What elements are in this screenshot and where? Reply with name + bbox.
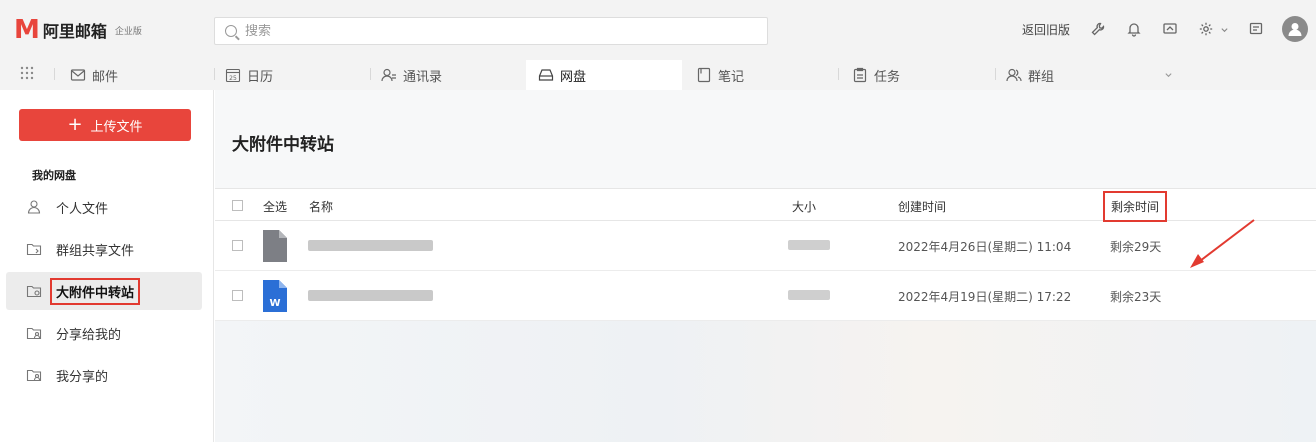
folder-my-shares-icon <box>26 369 42 382</box>
sidebar-item-my-shares[interactable]: 我分享的 <box>6 356 202 394</box>
top-bar: M 阿里邮箱 企业版 返回旧版 <box>0 0 1316 58</box>
back-to-old-version-link[interactable]: 返回旧版 <box>1022 21 1070 38</box>
tab-mail[interactable]: 邮件 <box>70 60 118 90</box>
logo[interactable]: M 阿里邮箱 企业版 <box>14 15 142 45</box>
column-remaining-time[interactable]: 剩余时间 <box>1103 191 1168 222</box>
avatar[interactable] <box>1282 16 1308 42</box>
nav-divider <box>54 68 55 80</box>
column-created-time[interactable]: 创建时间 <box>898 198 946 215</box>
search-box[interactable] <box>214 17 768 45</box>
screen-share-icon[interactable] <box>1160 19 1180 39</box>
sidebar-item-personal-files[interactable]: 个人文件 <box>6 188 202 226</box>
annotation-arrow-icon <box>1190 219 1255 268</box>
folder-shared-with-me-icon <box>26 327 42 340</box>
file-name-redacted[interactable] <box>308 290 433 301</box>
page-title: 大附件中转站 <box>232 135 334 155</box>
tab-groups[interactable]: 群组 <box>1006 60 1054 90</box>
row-checkbox[interactable] <box>232 290 243 301</box>
wrench-icon[interactable] <box>1088 19 1108 39</box>
column-size[interactable]: 大小 <box>792 198 816 215</box>
remaining-time: 剩余23天 <box>1110 290 1162 304</box>
tab-contacts[interactable]: 通讯录 <box>381 60 442 90</box>
sidebar: + 上传文件 我的网盘 个人文件 群组共享文件 大附件中转站 分享给我的 我分享… <box>0 90 214 442</box>
logo-mark: M <box>14 15 40 45</box>
sidebar-item-label-highlighted: 大附件中转站 <box>50 277 141 305</box>
folder-transfer-icon <box>26 285 42 298</box>
row-checkbox[interactable] <box>232 240 243 251</box>
remaining-time: 剩余29天 <box>1110 240 1162 254</box>
group-icon <box>1006 68 1022 82</box>
user-icon <box>27 200 41 214</box>
background-decoration <box>215 320 1316 442</box>
tab-notes[interactable]: 笔记 <box>696 60 744 90</box>
created-time: 2022年4月19日(星期二) 17:22 <box>898 290 1072 304</box>
tab-drive[interactable]: 网盘 <box>526 60 682 90</box>
word-file-icon: W <box>263 280 287 312</box>
note-icon <box>697 67 711 83</box>
plus-icon: + <box>67 114 83 135</box>
logo-text: 阿里邮箱 <box>42 22 107 41</box>
nav-divider <box>214 68 215 80</box>
tab-calendar[interactable]: 25 日历 <box>225 60 273 90</box>
select-all-label[interactable]: 全选 <box>263 198 287 215</box>
nav-divider <box>995 68 996 80</box>
app-nav-bar: 邮件 25 日历 通讯录 网盘 笔记 任务 群组 <box>0 58 1316 90</box>
generic-file-icon <box>263 230 287 262</box>
created-time: 2022年4月26日(星期二) 11:04 <box>898 240 1072 254</box>
sidebar-item-large-attachment[interactable]: 大附件中转站 <box>6 272 202 310</box>
sidebar-section-title: 我的网盘 <box>32 169 76 182</box>
task-icon <box>853 67 867 83</box>
settings-gear-icon[interactable] <box>1196 19 1230 39</box>
top-right-tools: 返回旧版 <box>1022 16 1316 42</box>
column-name[interactable]: 名称 <box>309 198 333 215</box>
table-row[interactable]: W 2022年4月19日(星期二) 17:22 剩余23天 <box>215 271 1316 321</box>
select-all-checkbox[interactable] <box>232 200 243 211</box>
edition-badge: 企业版 <box>114 26 142 37</box>
drive-icon <box>538 69 554 81</box>
nav-divider <box>838 68 839 80</box>
more-tabs-chevron-icon[interactable] <box>1164 70 1173 79</box>
file-size-redacted <box>788 290 830 300</box>
nav-divider <box>370 68 371 80</box>
apps-grid-icon[interactable] <box>20 66 34 80</box>
mail-icon <box>70 69 86 81</box>
contacts-icon <box>381 68 396 82</box>
sidebar-item-group-shared[interactable]: 群组共享文件 <box>6 230 202 268</box>
search-input[interactable] <box>245 23 725 39</box>
file-table: 全选 名称 大小 创建时间 剩余时间 2022年4月26日(星期二) 11:04… <box>215 188 1316 321</box>
file-size-redacted <box>788 240 830 250</box>
upload-file-button[interactable]: + 上传文件 <box>19 109 191 141</box>
bell-icon[interactable] <box>1124 19 1144 39</box>
message-icon[interactable] <box>1246 19 1266 39</box>
chevron-down-icon <box>1220 27 1228 32</box>
folder-share-icon <box>26 243 42 256</box>
table-header: 全选 名称 大小 创建时间 剩余时间 <box>215 188 1316 222</box>
table-row[interactable]: 2022年4月26日(星期二) 11:04 剩余29天 <box>215 221 1316 271</box>
file-name-redacted[interactable] <box>308 240 433 251</box>
main-content: 大附件中转站 全选 名称 大小 创建时间 剩余时间 2022年4月26日(星期二… <box>215 90 1316 442</box>
sidebar-item-shared-with-me[interactable]: 分享给我的 <box>6 314 202 352</box>
search-icon <box>225 25 237 37</box>
svg-text:W: W <box>269 298 280 309</box>
calendar-icon: 25 <box>225 68 241 83</box>
svg-text:25: 25 <box>229 75 237 82</box>
tab-tasks[interactable]: 任务 <box>852 60 900 90</box>
